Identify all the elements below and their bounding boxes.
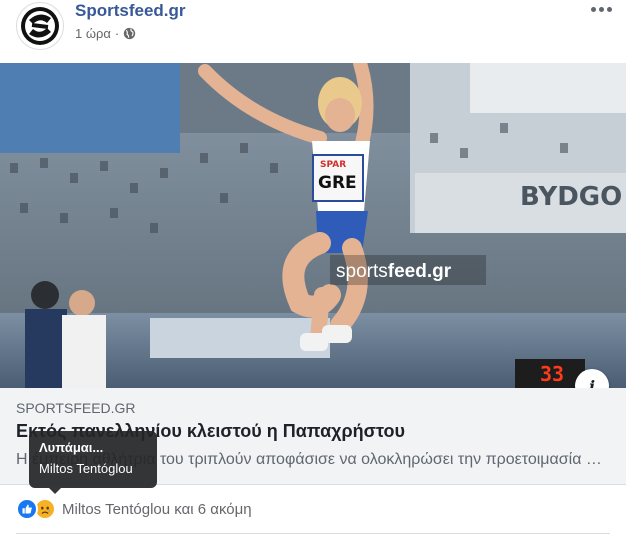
link-domain: sportsfeed.gr xyxy=(16,400,136,416)
meta-separator: · xyxy=(114,26,120,41)
more-options-button[interactable] xyxy=(586,0,616,18)
sportsfeed-logo-icon xyxy=(21,7,59,45)
reaction-names: Miltos Tentóglou και 6 ακόμη xyxy=(62,500,252,518)
divider xyxy=(16,533,610,534)
athlete-photo: BYDGO 33 SPAR GRE sportsfeed.gr xyxy=(0,63,626,388)
post-meta: 1 ώρα · xyxy=(75,26,136,41)
more-dots-icon xyxy=(590,6,612,12)
tooltip-name: Miltos Tentóglou xyxy=(39,461,133,476)
post-photo[interactable]: BYDGO 33 SPAR GRE sportsfeed.gr xyxy=(0,63,626,388)
like-icon xyxy=(16,498,38,520)
scoreboard-digits: 33 xyxy=(540,362,564,386)
venue-sign: BYDGO xyxy=(520,182,622,212)
page-name-link[interactable]: Sportsfeed.gr xyxy=(75,1,186,21)
post-card: Sportsfeed.gr 1 ώρα · BYDGO 33 SPAR GRE … xyxy=(0,0,626,545)
bib-country: GRE xyxy=(318,173,357,193)
watermark-text: sportsfeed.gr xyxy=(336,261,452,282)
reaction-tooltip: Λυπάμαι... Miltos Tentóglou xyxy=(29,431,157,494)
bib-sponsor: SPAR xyxy=(320,160,346,170)
globe-icon[interactable] xyxy=(123,27,136,40)
page-avatar[interactable] xyxy=(16,2,64,50)
reactions-summary[interactable]: Miltos Tentóglou και 6 ακόμη xyxy=(16,497,252,521)
post-time[interactable]: 1 ώρα xyxy=(75,26,111,41)
tooltip-title: Λυπάμαι... xyxy=(39,440,104,455)
